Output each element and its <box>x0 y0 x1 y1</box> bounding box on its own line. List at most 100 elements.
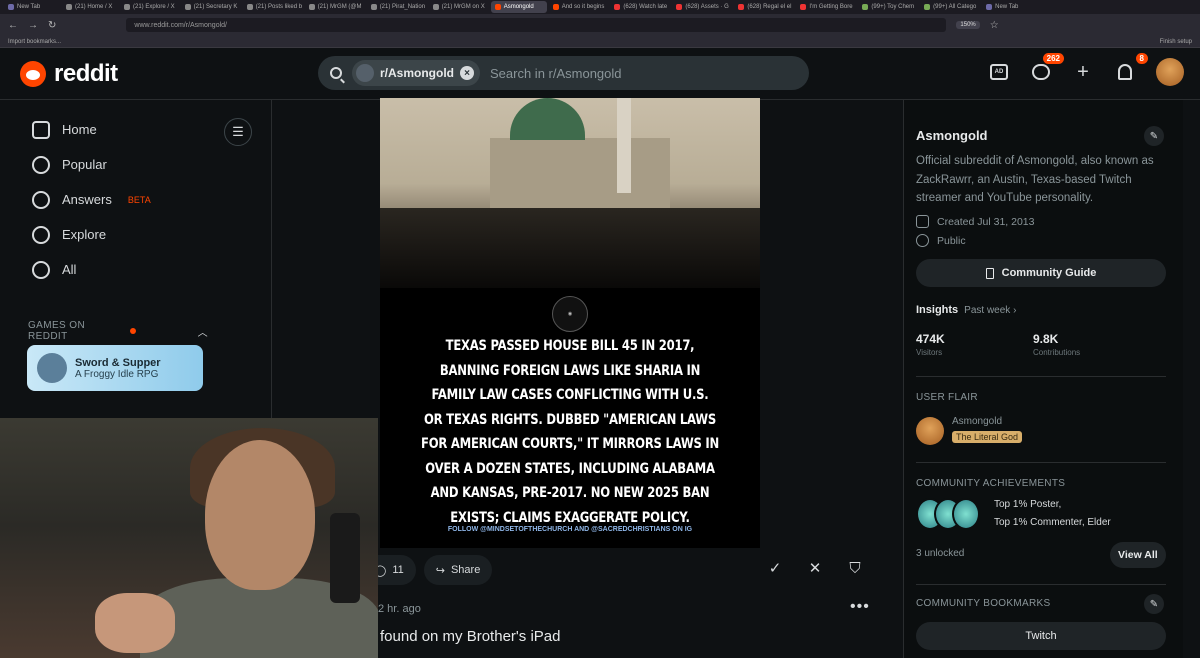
share-label: Share <box>450 564 481 576</box>
browser-tab[interactable]: New Tab <box>4 1 60 13</box>
mod-shield-button[interactable]: ⛉ <box>842 555 868 581</box>
tab-favicon-icon <box>986 4 993 10</box>
pencil-icon: ✎ <box>1149 130 1159 142</box>
post-timestamp: 2 hr. ago <box>378 603 421 615</box>
ad-icon: AD <box>990 64 1008 80</box>
achievements-row[interactable]: Top 1% Poster, Top 1% Commenter, Elder <box>916 496 1111 532</box>
post-image[interactable]: ◉ Texas passed House Bill 45 in 2017, ba… <box>380 98 760 548</box>
browser-tab[interactable]: (21) Explore / X <box>120 1 179 13</box>
user-avatar[interactable] <box>1156 58 1184 86</box>
tab-favicon-icon <box>246 4 253 10</box>
reddit-logo[interactable]: reddit <box>20 60 118 88</box>
zoom-level[interactable]: 150% <box>956 21 980 29</box>
community-description: Official subreddit of Asmongold, also kn… <box>916 155 1154 204</box>
user-flair-header: USER FLAIR <box>916 392 978 403</box>
tab-favicon-icon <box>924 4 931 10</box>
popular-icon <box>32 155 50 174</box>
browser-tab[interactable]: (21) Posts liked b <box>243 1 303 13</box>
visibility-label: Public <box>937 234 966 247</box>
comment-count: 11 <box>392 564 404 576</box>
tab-label: (21) MrGM (@M <box>317 4 362 10</box>
community-guide-button[interactable]: Community Guide <box>916 259 1166 287</box>
bookmarks-bar: Import bookmarks... Finish setup <box>0 36 1200 48</box>
sidebar-item-all[interactable]: All <box>0 252 271 287</box>
import-bookmarks-link[interactable]: Import bookmarks... <box>8 39 61 45</box>
approve-button[interactable]: ✓ <box>762 555 788 581</box>
browser-tab[interactable]: New Tab <box>982 1 1038 13</box>
reddit-header: reddit r/Asmongold × AD 262 + 8 <box>0 48 1200 100</box>
remove-button[interactable]: ✕ <box>802 555 828 581</box>
sidebar-item-label: Answers <box>62 192 112 207</box>
bookmark-star-icon[interactable]: ☆ <box>990 20 999 31</box>
browser-tab[interactable]: (21) MrGM (@M <box>305 1 365 13</box>
create-post-button[interactable]: + <box>1072 61 1094 83</box>
all-icon <box>32 260 50 279</box>
address-bar[interactable]: www.reddit.com/r/Asmongold/ <box>126 18 947 32</box>
search-input[interactable] <box>490 65 790 81</box>
edit-bookmarks-button[interactable]: ✎ <box>1144 594 1164 614</box>
browser-tab[interactable]: (21) Home / X <box>62 1 118 13</box>
community-guide-label: Community Guide <box>1001 267 1097 279</box>
close-icon[interactable]: × <box>460 66 474 80</box>
insights-label: Insights <box>916 304 959 316</box>
tab-favicon-icon <box>66 4 72 10</box>
next-post-title[interactable]: found on my Brother's iPad <box>380 628 560 645</box>
advertise-button[interactable]: AD <box>988 61 1010 83</box>
browser-tab[interactable]: (628) Assets · G <box>672 1 732 13</box>
notifications-button[interactable]: 8 <box>1114 53 1148 83</box>
browser-tab[interactable]: (21) Pirat_Nation <box>367 1 427 13</box>
contributions-label: Contributions <box>1033 348 1081 357</box>
collapse-menu-button[interactable]: ☰ <box>224 118 252 146</box>
sidebar-item-answers[interactable]: Answers BETA <box>0 182 271 217</box>
tab-label: New Tab <box>17 4 41 10</box>
view-all-button[interactable]: View All <box>1110 542 1166 568</box>
tab-label: (21) Secretary K <box>193 4 238 10</box>
sidebar-item-explore[interactable]: Explore <box>0 217 271 252</box>
sidebar-item-popular[interactable]: Popular <box>0 147 271 182</box>
browser-toolbar: ← → ↻ www.reddit.com/r/Asmongold/ 150% ☆ <box>0 14 1200 36</box>
divider <box>916 584 1166 585</box>
twitch-bookmark-button[interactable]: Twitch <box>916 622 1166 650</box>
tab-favicon-icon <box>124 4 130 10</box>
book-icon <box>985 267 994 279</box>
browser-tab[interactable]: (99+) All Catego <box>920 1 980 13</box>
explore-icon <box>32 225 50 244</box>
tab-favicon-icon <box>370 4 377 10</box>
chat-button[interactable]: 262 <box>1030 53 1064 83</box>
insights-header[interactable]: Insights Past week › <box>916 304 1016 316</box>
follow-text: FOLLOW @MINDSETOFTHECHURCH AND @SACREDCH… <box>447 526 693 533</box>
forward-icon[interactable]: → <box>28 20 38 31</box>
sidebar-item-label: All <box>62 262 77 277</box>
subreddit-chip[interactable]: r/Asmongold × <box>352 60 480 86</box>
browser-tab[interactable]: (99+) Toy Chem <box>858 1 918 13</box>
search-bar[interactable]: r/Asmongold × <box>318 56 809 90</box>
browser-tab[interactable]: (21) MrGM on X <box>429 1 489 13</box>
bookmarks-header: COMMUNITY BOOKMARKS <box>916 598 1051 609</box>
finish-setup-link[interactable]: Finish setup <box>1160 39 1192 45</box>
browser-tab[interactable]: (21) Secretary K <box>181 1 241 13</box>
browser-tab[interactable]: Asmongold <box>490 1 547 13</box>
browser-tab[interactable]: I'm Getting Bore <box>796 1 856 13</box>
tab-label: (628) Watch late <box>623 4 668 10</box>
browser-tab[interactable]: (628) Regal el el <box>734 1 794 13</box>
cake-icon <box>916 215 929 228</box>
more-options-icon[interactable]: ••• <box>850 598 870 616</box>
share-button[interactable]: ↪ Share <box>423 555 493 585</box>
edit-community-button[interactable]: ✎ <box>1144 126 1164 146</box>
tab-favicon-icon <box>614 4 621 10</box>
chevron-up-icon: ︿ <box>197 327 208 339</box>
divider <box>916 376 1166 377</box>
image-caption: Texas passed House Bill 45 in 2017, bann… <box>421 338 719 526</box>
back-icon[interactable]: ← <box>8 20 18 31</box>
checkmark-icon: ✓ <box>768 560 782 577</box>
reload-icon[interactable]: ↻ <box>48 20 56 31</box>
browser-tab[interactable]: (628) Watch late <box>610 1 670 13</box>
user-flair[interactable]: Asmongold The Literal God <box>916 416 1023 445</box>
game-title: Sword & Supper <box>75 356 161 369</box>
games-section-header[interactable]: GAMES ON REDDIT ︿ <box>28 320 208 342</box>
game-card-sword-supper[interactable]: Sword & Supper A Froggy Idle RPG <box>27 345 203 391</box>
browser-tab[interactable]: And so it begins <box>549 1 609 13</box>
flair-avatar <box>916 416 944 445</box>
achievement-line: Top 1% Commenter, Elder <box>994 517 1111 528</box>
tab-label: (628) Regal el el <box>747 4 792 10</box>
